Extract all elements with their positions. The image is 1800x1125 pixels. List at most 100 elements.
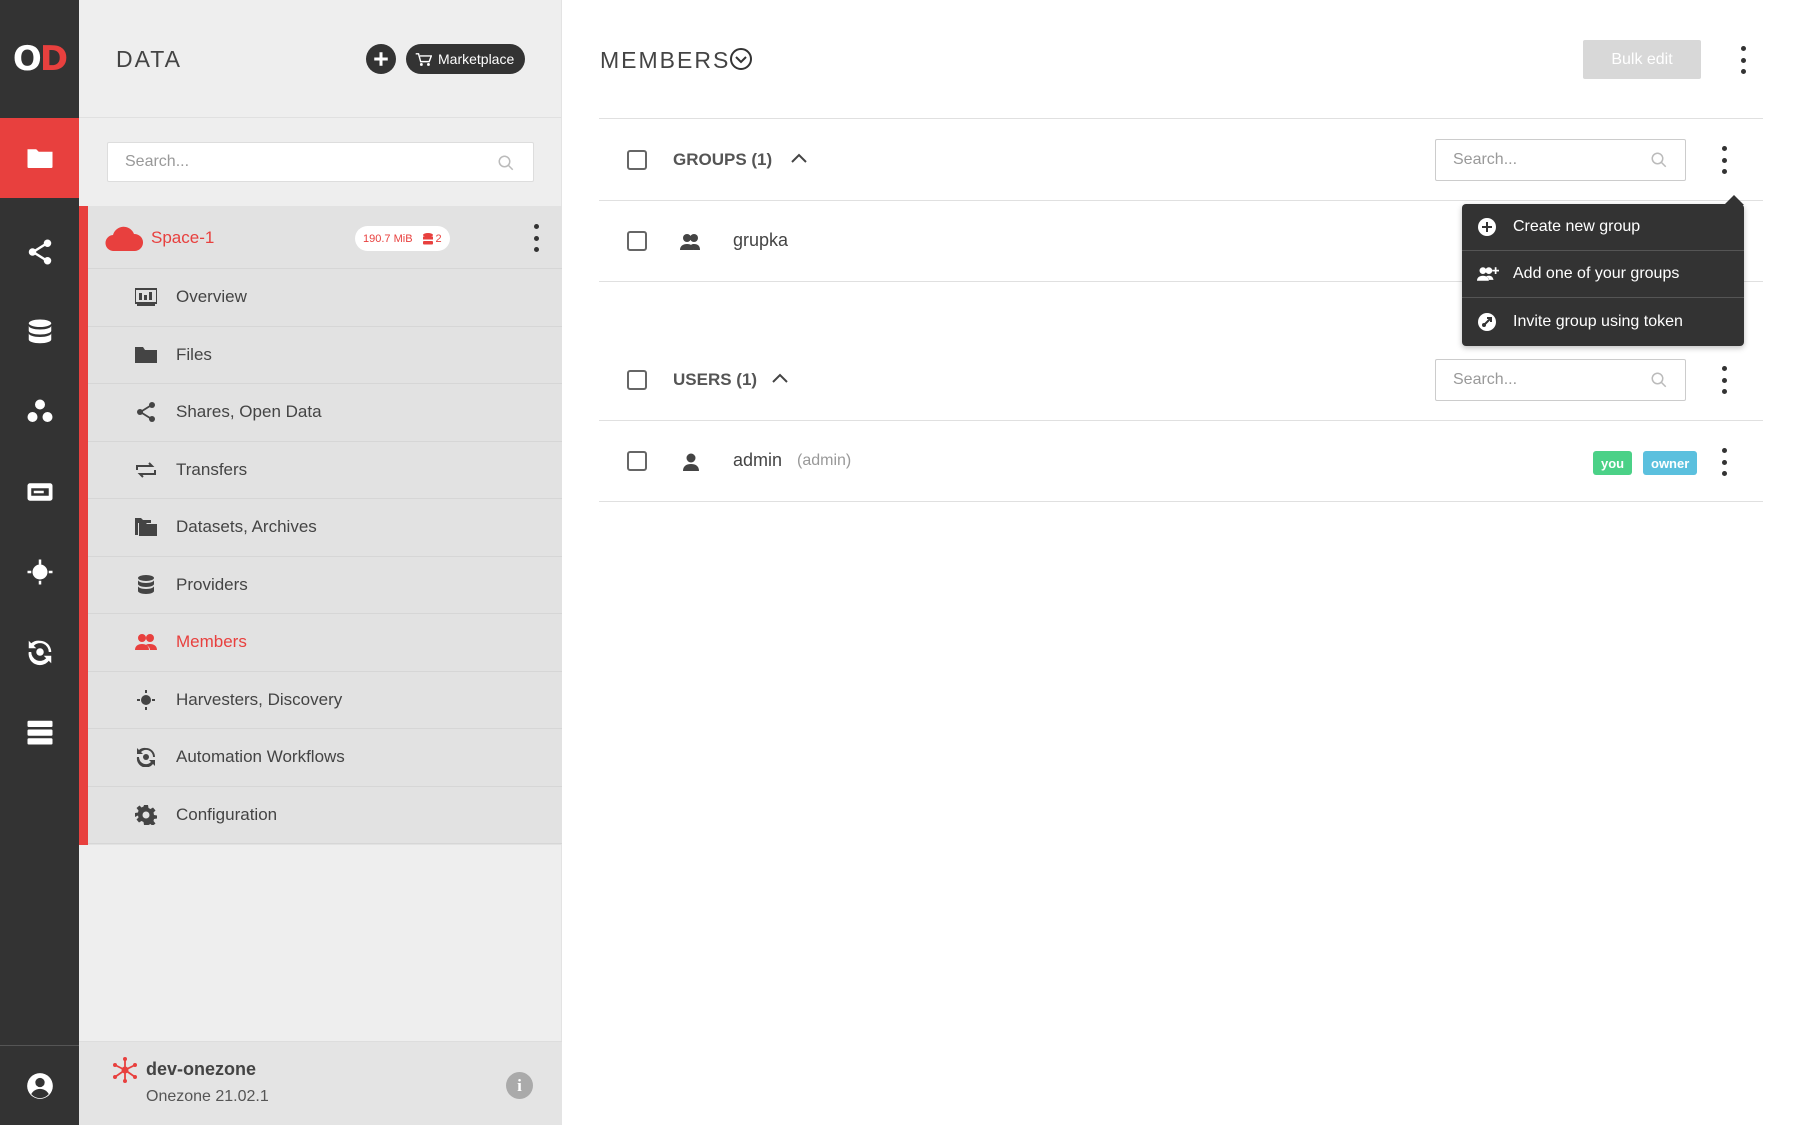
sidebar-item-label: Providers <box>176 574 248 594</box>
info-icon[interactable]: i <box>506 1072 533 1099</box>
groups-menu-button[interactable] <box>1718 146 1730 174</box>
user-account-button[interactable] <box>0 1045 79 1125</box>
sidebar-search-input[interactable] <box>108 143 533 181</box>
space-size: 190.7 MiB <box>363 232 413 245</box>
token-icon <box>1478 312 1496 331</box>
page-title: MEMBERS <box>600 47 731 73</box>
rail-item-tokens[interactable] <box>0 452 79 532</box>
cart-icon <box>415 52 432 66</box>
gear-icon <box>134 804 158 826</box>
onezone-icon <box>113 1057 137 1083</box>
logo-letter-o: O <box>12 39 42 79</box>
sidebar-item-label: Automation Workflows <box>176 747 345 767</box>
rail-item-providers[interactable] <box>0 292 79 372</box>
chevron-up-icon[interactable] <box>772 373 788 383</box>
sidebar-item-shares[interactable]: Shares, Open Data <box>88 384 562 442</box>
sidebar-item-label: Configuration <box>176 804 278 824</box>
onedata-logo[interactable]: OD <box>0 0 79 118</box>
folder-icon <box>134 344 158 366</box>
user-row-menu-button[interactable] <box>1718 448 1730 476</box>
users-search-input[interactable] <box>1436 360 1685 400</box>
row-checkbox[interactable] <box>627 451 647 471</box>
divider <box>599 200 1763 201</box>
onezone-name: dev-onezone <box>146 1059 257 1079</box>
groups-icon <box>27 399 52 422</box>
sidebar-item-members[interactable]: Members <box>88 614 562 672</box>
sidebar-item-providers[interactable]: Providers <box>88 557 562 614</box>
invite-group-using-token-item[interactable]: Invite group using token <box>1462 298 1744 345</box>
search-icon <box>1651 152 1667 168</box>
row-checkbox[interactable] <box>627 231 647 251</box>
user-icon <box>26 1072 53 1099</box>
transfers-icon <box>134 459 158 481</box>
harvester-icon <box>134 689 158 711</box>
sidebar-header: DATA Marketplace <box>79 0 561 118</box>
plus-icon <box>374 52 388 66</box>
logo-letter-d: D <box>39 39 68 79</box>
add-space-button[interactable] <box>366 44 396 74</box>
rail-item-clusters[interactable] <box>0 692 79 772</box>
sidebar-item-label: Datasets, Archives <box>176 517 317 537</box>
folder-icon <box>27 149 52 168</box>
space-name: Space-1 <box>151 228 215 247</box>
create-new-group-item[interactable]: Create new group <box>1462 204 1744 251</box>
rail-item-shares[interactable] <box>0 212 79 292</box>
plus-circle-icon <box>1478 218 1496 236</box>
groups-section-title[interactable]: GROUPS (1) <box>673 150 772 170</box>
users-section-title[interactable]: USERS (1) <box>673 370 757 390</box>
dropdown-item-label: Add one of your groups <box>1513 265 1680 282</box>
group-icon <box>680 234 700 250</box>
sidebar-item-datasets[interactable]: Datasets, Archives <box>88 499 562 557</box>
users-menu-button[interactable] <box>1718 366 1730 394</box>
marketplace-label: Marketplace <box>438 51 515 67</box>
sidebar-item-files[interactable]: Files <box>88 327 562 384</box>
workflow-icon <box>28 640 51 666</box>
space-header[interactable]: Space-1 190.7 MiB 2 <box>88 206 562 269</box>
rail-item-harvesters[interactable] <box>0 532 79 612</box>
sidebar-search <box>107 142 534 182</box>
sidebar-item-label: Members <box>176 632 247 652</box>
divider <box>599 420 1763 421</box>
sidebar-item-label: Harvesters, Discovery <box>176 689 343 709</box>
datasets-icon <box>134 516 158 538</box>
marketplace-button[interactable]: Marketplace <box>406 44 526 74</box>
users-search <box>1435 359 1686 401</box>
space-menu-button[interactable] <box>531 224 541 252</box>
sidebar-item-configuration[interactable]: Configuration <box>88 787 562 844</box>
sidebar-item-overview[interactable]: Overview <box>88 269 562 327</box>
user-login: (admin) <box>797 452 852 469</box>
dropdown-item-label: Create new group <box>1513 218 1641 235</box>
share-icon <box>134 401 158 423</box>
bulk-edit-button[interactable]: Bulk edit <box>1583 40 1701 79</box>
user-icon <box>683 453 699 471</box>
sidebar-title: DATA <box>116 46 182 72</box>
sidebar-item-label: Overview <box>176 287 247 307</box>
chevron-down-icon[interactable] <box>729 47 753 71</box>
onezone-version: Onezone 21.02.1 <box>146 1088 269 1105</box>
groups-search-input[interactable] <box>1436 140 1685 180</box>
rail-item-data[interactable] <box>0 118 79 198</box>
user-name: admin <box>733 450 783 470</box>
sidebar-item-automation[interactable]: Automation Workflows <box>88 729 562 787</box>
users-select-all-checkbox[interactable] <box>627 370 647 390</box>
rail-item-automation[interactable] <box>0 612 79 692</box>
chevron-up-icon[interactable] <box>791 153 807 163</box>
groups-select-all-checkbox[interactable] <box>627 150 647 170</box>
sidebar-item-transfers[interactable]: Transfers <box>88 442 562 499</box>
owner-badge: owner <box>1643 451 1698 475</box>
divider <box>599 118 1763 119</box>
add-one-of-your-groups-item[interactable]: Add one of your groups <box>1462 251 1744 298</box>
sidebar-item-label: Transfers <box>176 459 248 479</box>
harvester-icon <box>27 559 52 585</box>
cloud-icon <box>105 226 143 251</box>
members-menu-button[interactable] <box>1737 46 1749 74</box>
group-name: grupka <box>733 230 789 250</box>
space-item: Space-1 190.7 MiB 2 Overview Files Share… <box>79 206 562 845</box>
sidebar-item-harvesters[interactable]: Harvesters, Discovery <box>88 672 562 729</box>
rail-item-groups[interactable] <box>0 372 79 452</box>
add-group-icon <box>1477 267 1499 281</box>
share-icon <box>28 239 51 265</box>
providers-icon <box>134 574 158 596</box>
clusters-icon <box>27 720 52 745</box>
you-badge: you <box>1593 451 1633 475</box>
